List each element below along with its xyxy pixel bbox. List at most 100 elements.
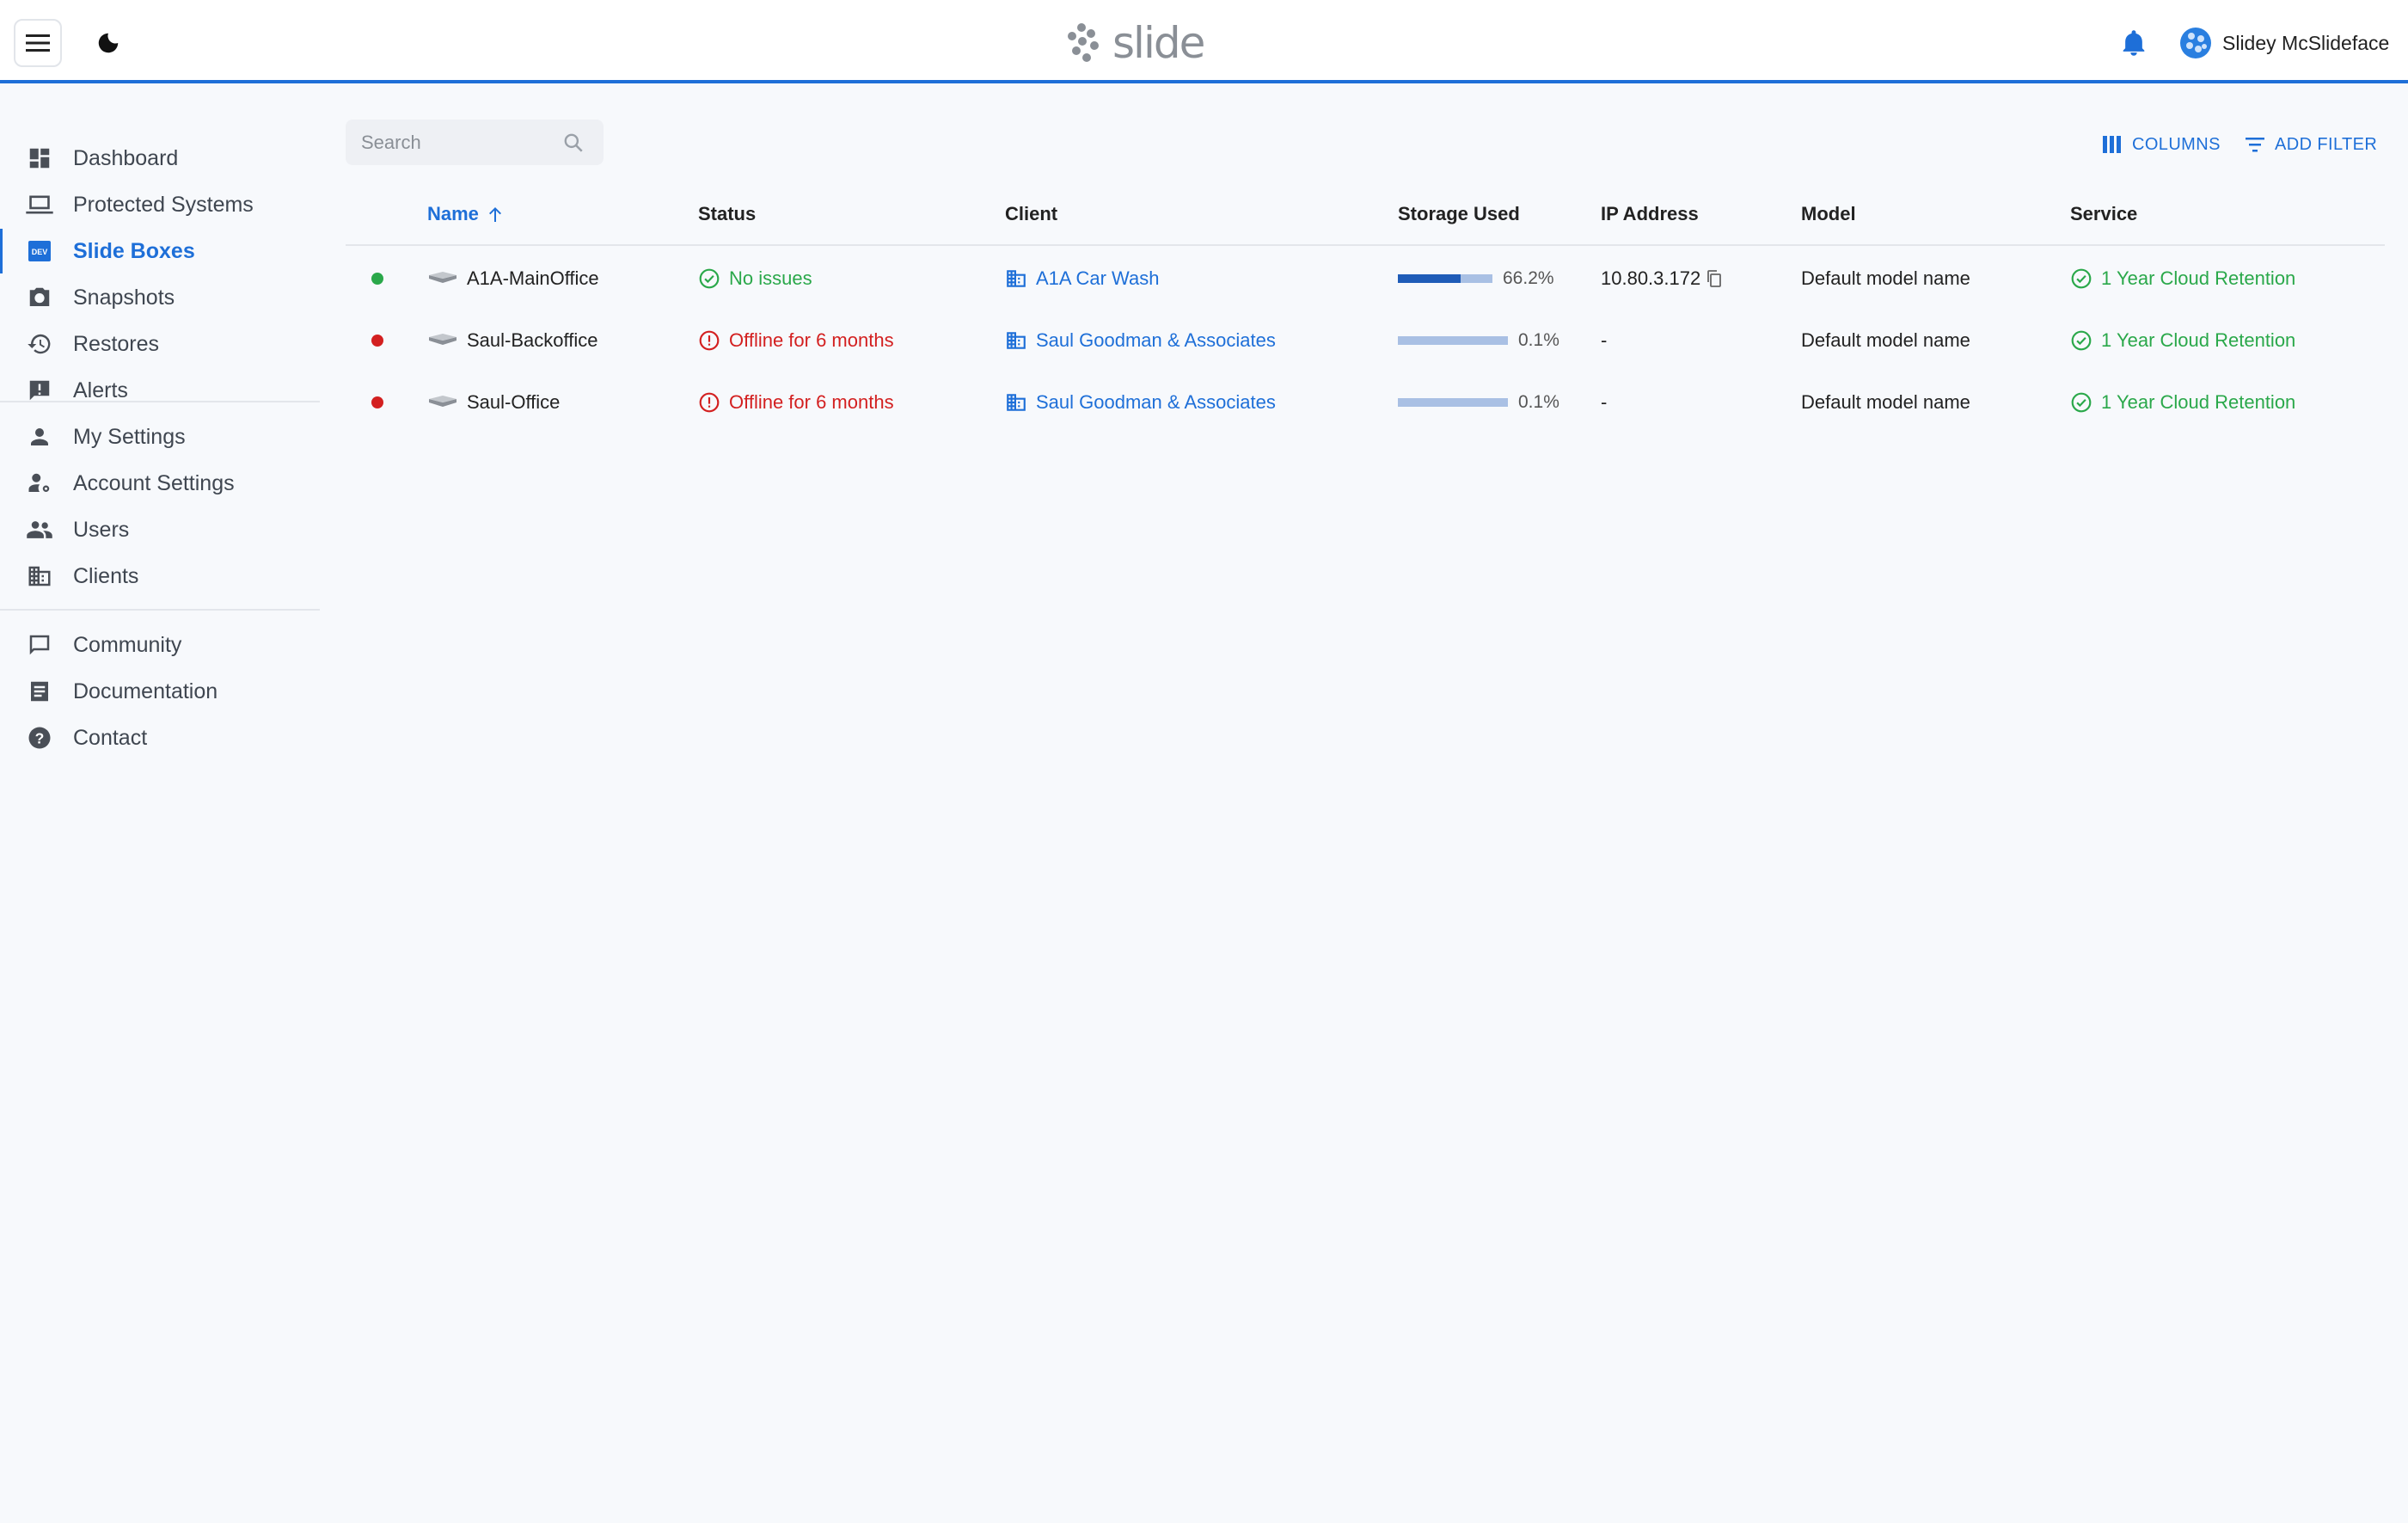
table-row[interactable]: A1A-MainOffice No issues A1A Car Wash 66.2%… (346, 248, 2385, 310)
model-cell: Default model name (1801, 310, 1970, 372)
ip-address: - (1601, 391, 1608, 413)
table-header: Name Status Client Storage Used IP Addre… (346, 186, 2385, 246)
sidebar-item-clients[interactable]: Clients (0, 554, 320, 599)
storage-percent: 66.2% (1503, 268, 1554, 288)
storage-cell: 0.1% (1398, 372, 1559, 433)
columns-button[interactable]: COLUMNS (2103, 131, 2221, 158)
menu-button[interactable] (14, 19, 62, 67)
column-header-label: IP Address (1601, 203, 1699, 224)
document-icon (24, 676, 55, 707)
user-menu[interactable]: Slidey McSlideface (2179, 26, 2389, 60)
status-text: No issues (729, 267, 812, 289)
column-header-service[interactable]: Service (2070, 203, 2137, 225)
sidebar-item-protected-systems[interactable]: Protected Systems (0, 182, 320, 227)
service-cell: 1 Year Cloud Retention (2070, 372, 2295, 433)
building-icon (1007, 394, 1026, 411)
sidebar-item-label: Account Settings (73, 470, 235, 495)
sidebar-item-label: Slide Boxes (73, 238, 195, 263)
storage-percent: 0.1% (1518, 392, 1559, 412)
client-name: Saul Goodman & Associates (1036, 329, 1276, 351)
sidebar-divider (0, 401, 320, 402)
error-circle-icon (699, 330, 720, 351)
search-icon[interactable] (562, 132, 585, 154)
add-filter-button[interactable]: ADD FILTER (2246, 131, 2377, 158)
column-header-label: Client (1005, 203, 1058, 224)
column-header-label: Status (698, 203, 757, 224)
bell-icon (2123, 30, 2145, 56)
online-indicator-cell (371, 310, 383, 372)
device-name-cell[interactable]: Saul-Backoffice (427, 310, 597, 372)
notifications-button[interactable] (2117, 26, 2151, 60)
column-header-status[interactable]: Status (698, 203, 756, 225)
service-name: 1 Year Cloud Retention (2101, 391, 2296, 413)
laptop-icon (24, 189, 55, 220)
sidebar-item-slide-boxes[interactable]: DEV Slide Boxes (0, 229, 320, 273)
client-link[interactable]: Saul Goodman & Associates (1005, 372, 1276, 433)
slide-logo-icon (1068, 23, 1099, 62)
sidebar-item-label: Alerts (73, 378, 128, 402)
column-header-name[interactable]: Name (427, 203, 503, 225)
filter-icon (2246, 138, 2264, 152)
online-indicator-cell (371, 248, 383, 310)
sidebar-item-dashboard[interactable]: Dashboard (0, 136, 320, 181)
status-text: Offline for 6 months (729, 391, 894, 413)
sidebar-item-contact[interactable]: ? Contact (0, 715, 320, 760)
column-header-client[interactable]: Client (1005, 203, 1057, 225)
sidebar-item-users[interactable]: Users (0, 507, 320, 552)
client-link[interactable]: Saul Goodman & Associates (1005, 310, 1276, 372)
add-filter-label: ADD FILTER (2275, 134, 2378, 154)
columns-icon (2103, 136, 2121, 153)
client-name: A1A Car Wash (1036, 267, 1160, 289)
arrow-up-icon (488, 207, 501, 222)
copy-icon[interactable] (1706, 269, 1723, 288)
chat-icon (24, 629, 55, 660)
slide-box-icon (429, 334, 456, 345)
status-cell: Offline for 6 months (698, 372, 894, 433)
table-row[interactable]: Saul-Backoffice Offline for 6 months Saul … (346, 310, 2385, 372)
top-bar: slide Slidey McSlideface (0, 0, 2408, 83)
storage-cell: 0.1% (1398, 310, 1559, 372)
sidebar-item-documentation[interactable]: Documentation (0, 669, 320, 714)
device-name-cell[interactable]: A1A-MainOffice (427, 248, 599, 310)
ip-cell: 10.80.3.172 (1601, 248, 1723, 310)
sidebar-item-label: Documentation (73, 679, 218, 703)
sidebar-item-label: Dashboard (73, 145, 179, 170)
status-dot (371, 335, 383, 347)
sidebar-item-alerts[interactable]: Alerts (0, 368, 320, 413)
column-header-ip[interactable]: IP Address (1601, 203, 1699, 225)
service-name: 1 Year Cloud Retention (2101, 267, 2296, 289)
device-name-cell[interactable]: Saul-Office (427, 372, 560, 433)
storage-bar (1398, 398, 1508, 407)
status-dot (371, 273, 383, 285)
column-header-model[interactable]: Model (1801, 203, 1856, 225)
column-header-storage[interactable]: Storage Used (1398, 203, 1520, 225)
service-name: 1 Year Cloud Retention (2101, 329, 2296, 351)
dark-mode-toggle[interactable] (89, 24, 127, 62)
client-link[interactable]: A1A Car Wash (1005, 248, 1159, 310)
search-box[interactable] (346, 120, 604, 165)
sidebar-item-community[interactable]: Community (0, 623, 320, 667)
storage-bar-fill (1398, 274, 1461, 283)
slide-logo: slide (1064, 17, 1205, 69)
model-name: Default model name (1801, 267, 1970, 289)
column-header-label: Name (427, 203, 479, 224)
sidebar-item-restores[interactable]: Restores (0, 322, 320, 366)
sidebar-item-account-settings[interactable]: Account Settings (0, 461, 320, 506)
ip-cell: - (1601, 372, 1607, 433)
person-icon (24, 421, 55, 452)
error-circle-icon (699, 392, 720, 413)
person-gear-icon (24, 468, 55, 499)
search-input[interactable] (361, 131, 550, 154)
online-indicator-cell (371, 372, 383, 433)
storage-cell: 66.2% (1398, 248, 1554, 310)
sidebar-item-my-settings[interactable]: My Settings (0, 415, 320, 459)
storage-bar (1398, 336, 1508, 345)
building-icon (24, 561, 55, 592)
sidebar-item-label: Restores (73, 331, 160, 356)
device-name: Saul-Backoffice (467, 329, 598, 351)
help-icon: ? (24, 722, 55, 753)
sidebar-item-snapshots[interactable]: Snapshots (0, 275, 320, 320)
dev-icon: DEV (24, 236, 55, 267)
table-row[interactable]: Saul-Office Offline for 6 months Saul Good… (346, 372, 2385, 433)
svg-text:?: ? (35, 729, 45, 746)
